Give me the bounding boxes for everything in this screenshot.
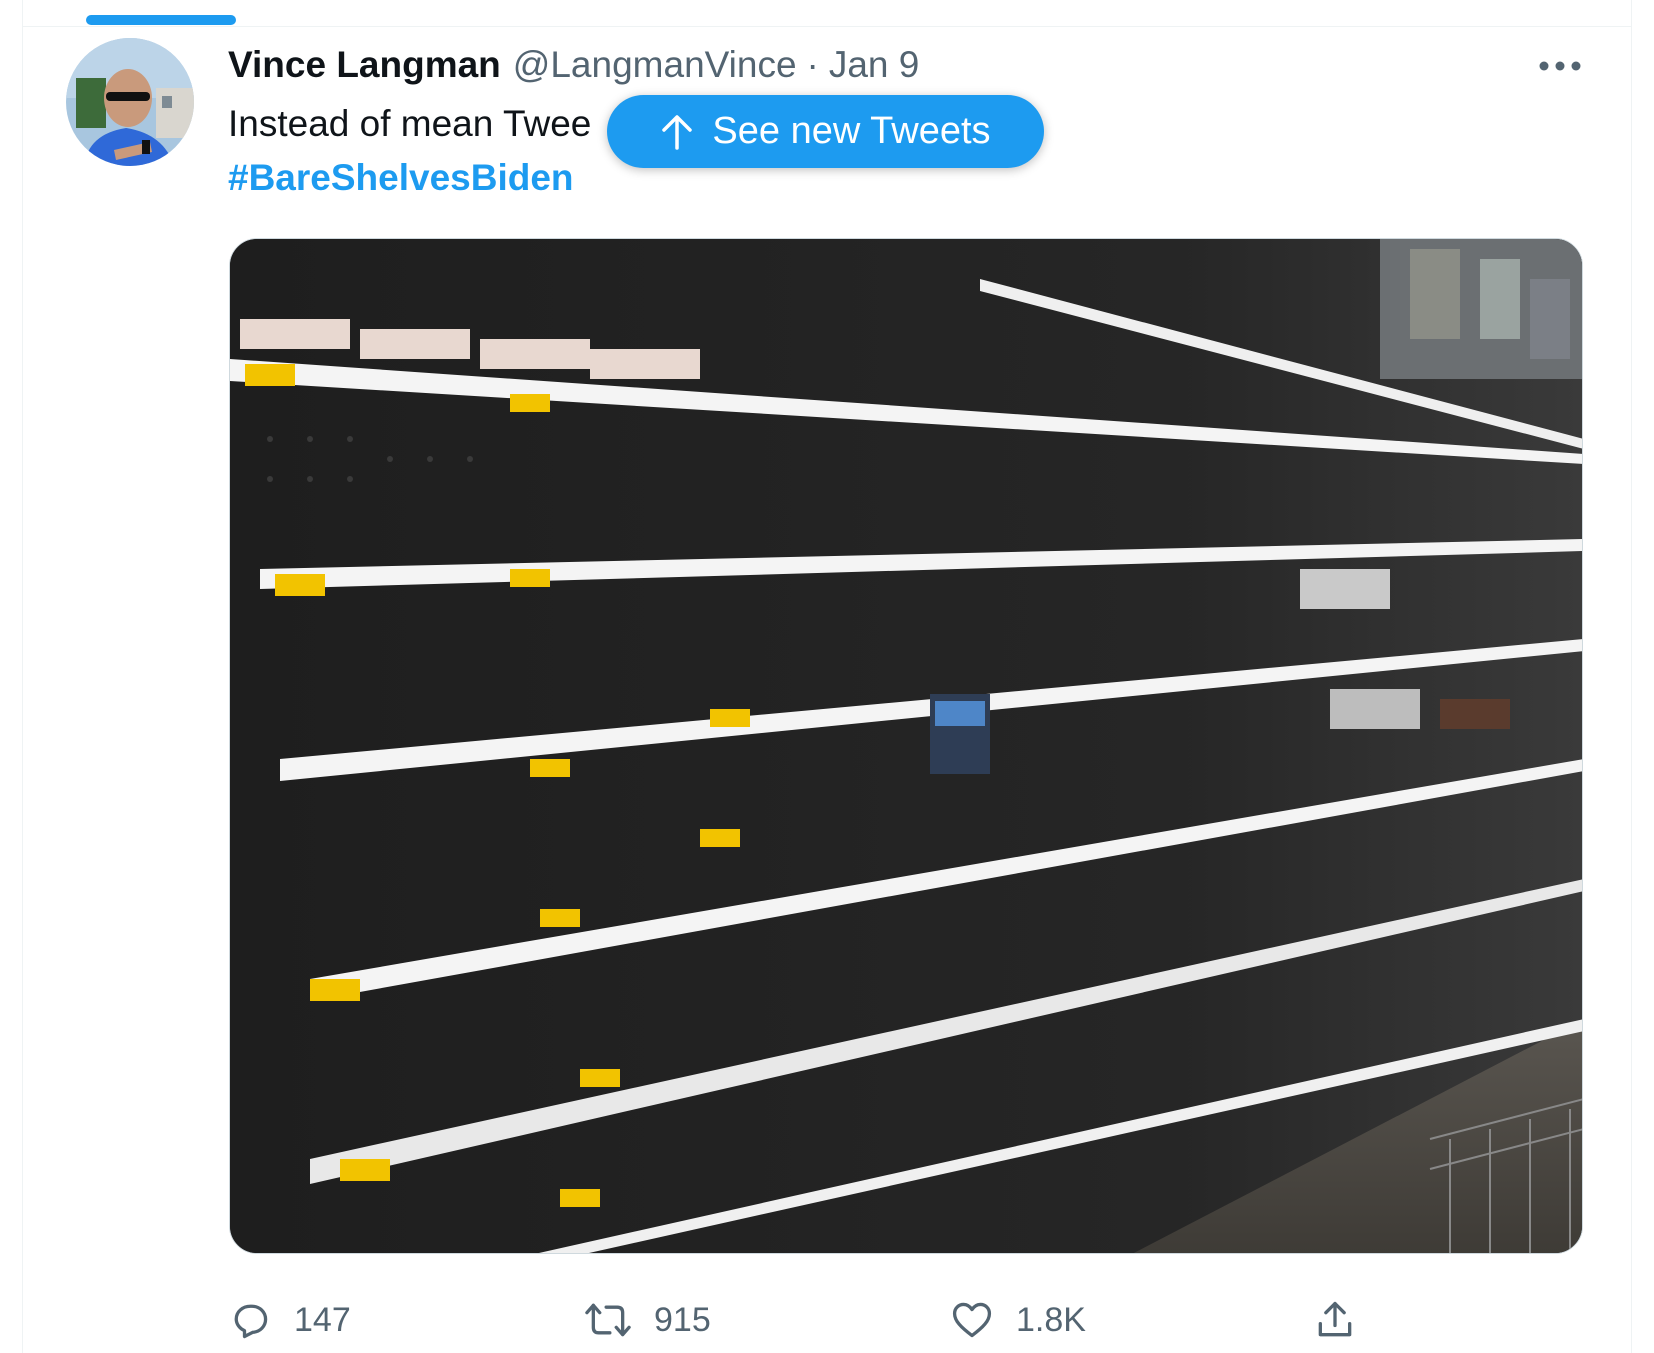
- see-new-tweets-label: See new Tweets: [712, 110, 991, 152]
- retweet-count: 915: [654, 1300, 711, 1339]
- reply-count: 147: [294, 1300, 351, 1339]
- display-name[interactable]: Vince Langman: [228, 44, 501, 86]
- handle[interactable]: @LangmanVince: [513, 44, 797, 86]
- tweet-actions: 147 915 1.8K: [228, 1290, 1628, 1350]
- share-button[interactable]: [1313, 1290, 1357, 1350]
- separator-dot: ·: [806, 44, 819, 85]
- share-icon: [1318, 1301, 1352, 1337]
- tweet-header: Vince Langman @LangmanVince · Jan 9: [228, 40, 919, 90]
- like-icon: [952, 1302, 992, 1338]
- reply-button[interactable]: 147: [228, 1290, 351, 1350]
- retweet-icon: [585, 1303, 631, 1337]
- more-icon: [1539, 61, 1581, 71]
- like-count: 1.8K: [1016, 1300, 1086, 1339]
- see-new-tweets-button[interactable]: See new Tweets: [607, 95, 1044, 168]
- like-button[interactable]: 1.8K: [950, 1290, 1086, 1350]
- more-options-button[interactable]: [1530, 48, 1590, 84]
- tweet-photo[interactable]: [229, 238, 1583, 1254]
- tweet-text: Instead of mean Twee: [228, 103, 592, 144]
- avatar[interactable]: [66, 38, 194, 166]
- hashtag-link[interactable]: #BareShelvesBiden: [228, 152, 574, 204]
- tweet-date[interactable]: Jan 9: [829, 44, 920, 86]
- retweet-button[interactable]: 915: [584, 1290, 711, 1350]
- reply-icon: [234, 1304, 268, 1339]
- arrow-up-icon: [662, 114, 693, 150]
